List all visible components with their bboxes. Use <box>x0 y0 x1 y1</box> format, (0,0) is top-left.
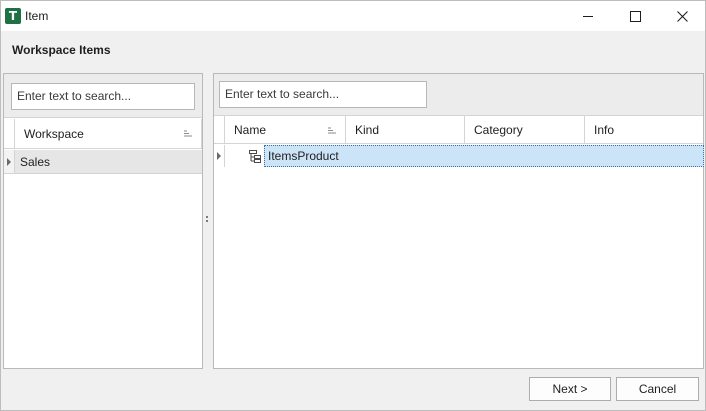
title-bar[interactable]: T Item <box>1 1 705 31</box>
table-row[interactable]: Sales <box>4 150 202 174</box>
item-name: ItemsProduct <box>268 149 339 163</box>
selected-name-cell[interactable]: ItemsProduct <box>264 145 704 167</box>
close-icon <box>676 10 688 22</box>
cancel-button[interactable]: Cancel <box>616 377 699 401</box>
column-header-label: Category <box>474 123 523 137</box>
sort-icon[interactable] <box>328 127 336 135</box>
items-grid-header: Name Kind Category Info <box>214 116 703 144</box>
items-panel: Enter text to search... Name Kind Catego… <box>213 73 704 369</box>
maximize-button[interactable] <box>612 1 658 31</box>
row-indicator[interactable] <box>214 145 225 167</box>
table-row[interactable]: ItemsProduct <box>214 145 704 167</box>
column-header-label: Kind <box>355 123 380 137</box>
window-title: Item <box>25 9 49 23</box>
column-header-label: Name <box>234 123 267 137</box>
workspace-panel: Enter text to search... Workspace Sales <box>3 73 203 369</box>
hierarchy-icon <box>249 150 261 163</box>
expand-arrow-icon[interactable] <box>217 152 221 160</box>
workspace-grid-header: Workspace <box>4 119 202 149</box>
row-indicator-header <box>214 116 225 143</box>
column-header-name[interactable]: Name <box>225 116 346 143</box>
minimize-icon <box>582 15 593 17</box>
maximize-icon <box>629 10 641 22</box>
next-button[interactable]: Next > <box>529 377 611 401</box>
workspace-cell: Sales <box>20 155 51 169</box>
panel-splitter-handle[interactable] <box>206 216 209 226</box>
close-button[interactable] <box>659 1 705 31</box>
column-header-category[interactable]: Category <box>465 116 585 143</box>
page-title: Workspace Items <box>12 43 111 57</box>
column-header-info[interactable]: Info <box>585 116 703 143</box>
column-header-kind[interactable]: Kind <box>346 116 465 143</box>
row-indicator-header <box>4 119 15 148</box>
app-logo-icon: T <box>5 8 21 24</box>
expand-arrow-icon[interactable] <box>7 158 11 166</box>
workspace-search-input[interactable]: Enter text to search... <box>11 83 195 110</box>
column-header-label: Workspace <box>24 127 84 141</box>
items-search-input[interactable]: Enter text to search... <box>219 81 427 108</box>
column-header-label: Info <box>594 123 615 137</box>
column-header-workspace[interactable]: Workspace <box>15 119 202 148</box>
items-search-strip: Enter text to search... <box>214 74 703 116</box>
sort-icon[interactable] <box>184 130 192 138</box>
minimize-button[interactable] <box>565 1 611 31</box>
row-indicator[interactable] <box>4 150 15 173</box>
workspace-search-strip: Enter text to search... <box>4 74 202 118</box>
dialog-window: T Item Workspace Items Enter text to sea… <box>0 0 706 411</box>
